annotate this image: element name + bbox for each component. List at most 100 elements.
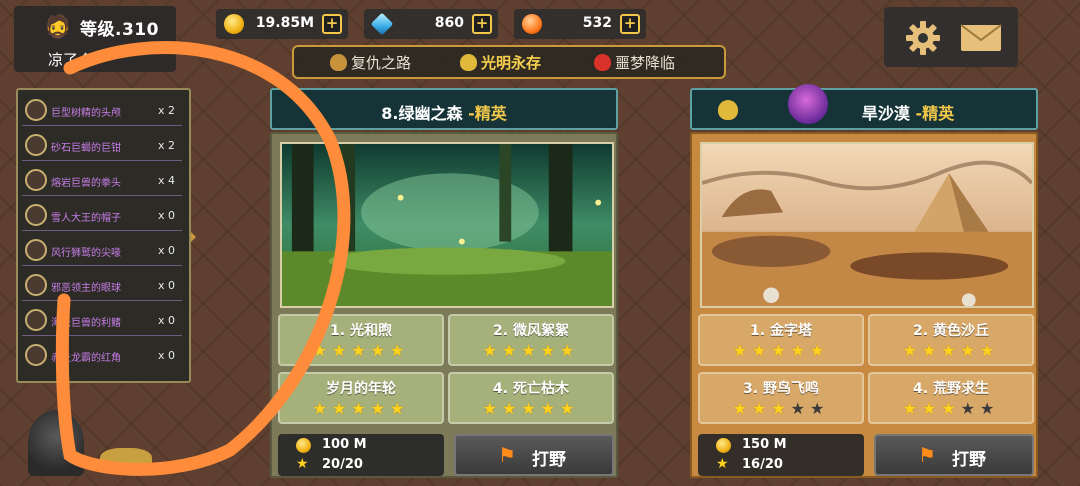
fight-button[interactable]: ⚑ 打野 <box>874 434 1034 476</box>
stage-name: 2. 微风絮絮 <box>493 323 569 339</box>
star-icon: ★ <box>716 456 729 472</box>
tab-label: 光明永存 <box>481 54 542 72</box>
fight-label: 打野 <box>952 450 986 470</box>
list-item[interactable]: 风行狮鹫的尖喙 x 0 <box>22 235 182 266</box>
stage-3[interactable]: 3. 野鸟飞鸣 ★★★★★ <box>698 372 864 424</box>
list-item[interactable]: 邪恶领主的眼球 x 0 <box>22 270 182 301</box>
gold-cost: 150 M <box>742 437 787 452</box>
stage-name: 1. 金字塔 <box>750 323 812 339</box>
stage-name: 1. 光和煦 <box>330 323 392 339</box>
item-count: x 0 <box>158 279 176 292</box>
fight-label: 打野 <box>532 450 566 470</box>
panel-arrow-icon <box>191 232 196 242</box>
player-panel[interactable]: 🧔 等级.310 凉了个 <box>14 6 176 72</box>
stage-name: 2. 黄色沙丘 <box>913 323 989 339</box>
tab-label: 复仇之路 <box>351 54 412 72</box>
list-item[interactable]: 赤炎龙霸的红角 x 0 <box>22 340 182 371</box>
card-title: 8.绿幽之森 -精英 <box>272 100 616 124</box>
stage-1[interactable]: 1. 光和煦 ★★★★★ <box>278 314 444 366</box>
orb-resource: 532 + <box>514 9 646 39</box>
card-header: 8.绿幽之森 -精英 <box>270 88 618 130</box>
item-count: x 0 <box>158 314 176 327</box>
lava-fist-icon <box>25 169 47 191</box>
red-horn-icon <box>25 344 47 366</box>
stage-stars: ★★★★★ <box>902 399 1000 418</box>
cannon-icon[interactable] <box>28 410 84 476</box>
add-gold-button[interactable]: + <box>322 14 342 34</box>
stage-1[interactable]: 1. 金字塔 ★★★★★ <box>698 314 864 366</box>
stage-name: 3. 野鸟飞鸣 <box>743 381 819 397</box>
player-level: 等级.310 <box>80 20 159 40</box>
star-shield-icon <box>718 100 738 120</box>
list-item[interactable]: 砂石巨蝎的巨钳 x 2 <box>22 130 182 161</box>
player-name: 凉了个 <box>48 51 94 69</box>
scorpion-claw-icon <box>25 134 47 156</box>
stage-name: 岁月的年轮 <box>326 381 396 397</box>
cost-panel: 150 M ★ 16/20 <box>698 434 864 476</box>
viking-avatar-icon: 🧔 <box>44 15 72 40</box>
star-shield-icon <box>460 54 477 71</box>
add-orb-button[interactable]: + <box>620 14 640 34</box>
item-name: 海妖巨兽的利鳍 <box>51 318 121 329</box>
gear-icon[interactable] <box>904 19 942 57</box>
stage-card-desert: 旱沙漠 -精英 1. 金字塔 ★★★★★ 2. 黄色沙丘 ★★★★★ 3. 野鸟… <box>690 84 1038 478</box>
stage-4[interactable]: 4. 死亡枯木 ★★★★★ <box>448 372 614 424</box>
list-item[interactable]: 海妖巨兽的利鳍 x 0 <box>22 305 182 336</box>
tab-label: 噩梦降临 <box>615 54 676 72</box>
desert-scene-image <box>700 142 1034 308</box>
elite-tag: -精英 <box>468 104 507 123</box>
stamina-count: 16/20 <box>742 457 783 472</box>
stage-4[interactable]: 4. 荒野求生 ★★★★★ <box>868 372 1034 424</box>
yeti-hat-icon <box>25 204 47 226</box>
item-name: 赤炎龙霸的红角 <box>51 353 121 364</box>
tab-nightmare[interactable]: 噩梦降临 <box>594 52 675 74</box>
elite-tag: -精英 <box>915 104 955 123</box>
item-name: 雪人大王的帽子 <box>51 213 121 224</box>
treasure-pile-icon[interactable] <box>100 448 152 472</box>
card-body: 1. 金字塔 ★★★★★ 2. 黄色沙丘 ★★★★★ 3. 野鸟飞鸣 ★★★★★… <box>690 132 1038 478</box>
gold-cost: 100 M <box>322 437 367 452</box>
item-count: x 2 <box>158 139 176 152</box>
gold-coin-icon <box>224 14 244 34</box>
flag-icon: ⚑ <box>918 443 936 467</box>
stage-name: 4. 荒野求生 <box>913 381 989 397</box>
mode-tabs: 复仇之路 光明永存 噩梦降临 <box>292 45 726 79</box>
stamina-count: 20/20 <box>322 457 363 472</box>
tab-revenge-road[interactable]: 复仇之路 <box>330 52 411 74</box>
orb-icon <box>522 14 542 34</box>
stage-stars: ★★★★★ <box>312 399 410 418</box>
diamond-icon <box>370 12 394 36</box>
list-item[interactable]: 巨型树精的头颅 x 2 <box>22 95 182 126</box>
item-count: x 2 <box>158 104 176 117</box>
sea-fin-icon <box>25 309 47 331</box>
stage-2[interactable]: 2. 黄色沙丘 ★★★★★ <box>868 314 1034 366</box>
stage-stars: ★★★★★ <box>482 399 580 418</box>
card-header: 旱沙漠 -精英 <box>690 84 1038 130</box>
card-title-text: 8.绿幽之森 <box>381 104 463 123</box>
griffin-beak-icon <box>25 239 47 261</box>
stage-3[interactable]: 岁月的年轮 ★★★★★ <box>278 372 444 424</box>
gold-coin-icon <box>716 438 731 453</box>
gold-value: 19.85M <box>255 15 314 31</box>
mail-icon[interactable] <box>960 24 1002 52</box>
tab-eternal-light[interactable]: 光明永存 <box>460 52 541 74</box>
top-right-buttons <box>884 7 1018 67</box>
list-item[interactable]: 熔岩巨兽的拳头 x 4 <box>22 165 182 196</box>
item-name: 风行狮鹫的尖喙 <box>51 248 121 259</box>
stage-stars: ★★★★★ <box>732 399 830 418</box>
stage-2[interactable]: 2. 微风絮絮 ★★★★★ <box>448 314 614 366</box>
item-name: 熔岩巨兽的拳头 <box>51 178 121 189</box>
stage-stars: ★★★★★ <box>902 341 1000 360</box>
list-item[interactable]: 雪人大王的帽子 x 0 <box>22 200 182 231</box>
item-name: 巨型树精的头颅 <box>51 108 121 119</box>
star-icon: ★ <box>296 456 309 472</box>
diamond-resource: 860 + <box>364 9 498 39</box>
card-body: 1. 光和煦 ★★★★★ 2. 微风絮絮 ★★★★★ 岁月的年轮 ★★★★★ 4… <box>270 132 618 478</box>
add-diamond-button[interactable]: + <box>472 14 492 34</box>
treant-head-icon <box>25 99 47 121</box>
item-count: x 0 <box>158 244 176 257</box>
diamond-value: 860 <box>434 15 464 31</box>
cost-panel: 100 M ★ 20/20 <box>278 434 444 476</box>
stage-card-forest: 8.绿幽之森 -精英 1. 光和煦 ★★★★★ 2. 微风絮絮 ★★★★★ 岁月… <box>270 88 618 478</box>
fight-button[interactable]: ⚑ 打野 <box>454 434 614 476</box>
